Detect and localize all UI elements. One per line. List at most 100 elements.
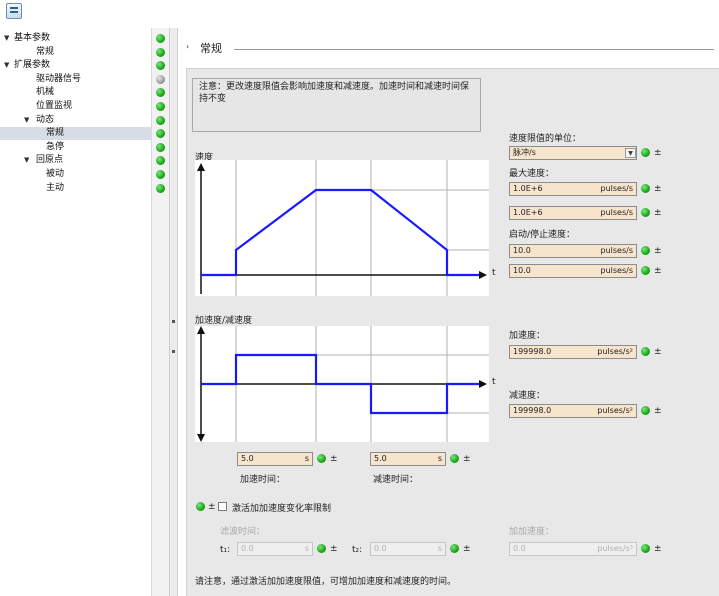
tree-item[interactable]: 常规 [0, 46, 152, 59]
tree-item[interactable]: ▼ 回原点 [0, 154, 152, 167]
status-ok-icon [156, 115, 165, 125]
status-ok-icon [156, 156, 165, 166]
status-ok-icon [450, 454, 459, 463]
panel-splitter[interactable] [170, 28, 178, 596]
plus-minus-icon[interactable]: ± [654, 246, 662, 256]
t1-unit: s [304, 544, 309, 553]
jerk-unit: pulses/s³ [597, 544, 633, 553]
tree-item[interactable]: 主动 [0, 182, 152, 195]
acceleration-field[interactable]: 199998.0 pulses/s² [509, 345, 637, 359]
plus-minus-icon[interactable]: ± [208, 502, 216, 512]
tree-item[interactable]: ▼ 基本参数 [0, 32, 152, 45]
max-velocity-value-2: 1.0E+6 [513, 208, 543, 217]
tree-item[interactable]: 被动 [0, 168, 152, 181]
expand-arrow-icon[interactable]: ▼ [4, 32, 9, 45]
start-stop-unit-2: pulses/s [600, 266, 634, 275]
tree-item[interactable]: 位置监视 [0, 100, 152, 113]
velocity-chart [195, 160, 489, 296]
status-ok-icon [156, 142, 165, 152]
jerk-value: 0.0 [513, 544, 526, 553]
plus-minus-icon[interactable]: ± [654, 266, 662, 276]
plus-minus-icon[interactable]: ± [463, 544, 471, 554]
status-ok-icon [317, 454, 326, 463]
velocity-unit-label: 速度限值的单位： [509, 134, 582, 144]
max-velocity-field-1[interactable]: 1.0E+6 pulses/s [509, 182, 637, 196]
deceleration-field[interactable]: 199998.0 pulses/s² [509, 404, 637, 418]
status-column [152, 28, 170, 596]
plus-minus-icon[interactable]: ± [654, 347, 662, 357]
status-ok-icon [641, 347, 650, 356]
jerk-field[interactable]: 0.0 pulses/s³ [509, 542, 637, 556]
plus-minus-icon[interactable]: ± [654, 184, 662, 194]
tree-item-label: 机械 [36, 87, 55, 98]
t2-unit: s [437, 544, 442, 553]
accel-time-value: 5.0 [241, 454, 254, 463]
tree-item[interactable]: 常规 [0, 127, 152, 141]
tree-item-label: 常规 [36, 46, 55, 57]
tree-item[interactable]: 驱动器信号 [0, 73, 152, 86]
start-stop-unit-1: pulses/s [600, 246, 634, 255]
accel-time-unit: s [304, 454, 309, 463]
tree-item[interactable]: 急停 [0, 141, 152, 154]
status-ok-icon [156, 34, 165, 43]
note-box: 注意：更改速度限值会影响加速度和减速度。加速时间和减速时间保持不变 [192, 78, 481, 132]
tree-item[interactable]: ▼ 扩展参数 [0, 59, 152, 72]
acceleration-value: 199998.0 [513, 347, 552, 356]
decel-time-field[interactable]: 5.0 s [370, 452, 446, 466]
section-header[interactable]: › 常规 [186, 40, 719, 60]
chevron-right-icon[interactable]: › [186, 42, 189, 51]
axis-config-icon[interactable] [6, 3, 22, 19]
decel-time-unit: s [437, 454, 442, 463]
t1-field[interactable]: 0.0 s [237, 542, 313, 556]
start-stop-value-2: 10.0 [513, 266, 531, 275]
plus-minus-icon[interactable]: ± [654, 148, 662, 158]
start-stop-velocity-field-1[interactable]: 10.0 pulses/s [509, 244, 637, 258]
tree-item-label: 常规 [46, 128, 65, 139]
tree-item-label: 位置监视 [36, 101, 73, 111]
expand-handle-icon[interactable] [172, 350, 175, 353]
plus-minus-icon[interactable]: ± [654, 544, 662, 554]
status-ok-icon [156, 88, 165, 98]
t2-field[interactable]: 0.0 s [370, 542, 446, 556]
plus-minus-icon[interactable]: ± [330, 454, 338, 464]
tree-item-label: 回原点 [36, 155, 64, 166]
tree-item[interactable]: 机械 [0, 86, 152, 99]
t2-value: 0.0 [374, 544, 387, 553]
expand-arrow-icon[interactable]: ▼ [24, 154, 29, 167]
tree-item-label: 被动 [46, 169, 65, 179]
decel-time-value: 5.0 [374, 454, 387, 463]
decel-time-label: 减速时间： [373, 475, 419, 485]
status-ok-icon [641, 544, 650, 553]
plus-minus-icon[interactable]: ± [654, 406, 662, 416]
status-ok-icon [641, 148, 650, 157]
expand-arrow-icon[interactable]: ▼ [4, 59, 9, 72]
jerk-limit-checkbox[interactable] [218, 502, 227, 511]
start-stop-velocity-field-2[interactable]: 10.0 pulses/s [509, 264, 637, 278]
status-ok-icon [196, 502, 205, 511]
accel-time-field[interactable]: 5.0 s [237, 452, 313, 466]
status-ok-icon [156, 61, 165, 71]
status-ok-icon [156, 129, 165, 139]
collapse-handle-icon[interactable] [172, 320, 175, 323]
velocity-chart-svg [197, 160, 489, 296]
max-velocity-label: 最大速度： [509, 169, 555, 179]
deceleration-value: 199998.0 [513, 406, 552, 415]
accel-chart-title: 加速度/减速度 [195, 316, 253, 326]
jerk-limit-label: 激活加加速度变化率限制 [232, 504, 332, 514]
status-ok-icon [641, 208, 650, 217]
expand-arrow-icon[interactable]: ▼ [24, 114, 29, 127]
accel-axis-t: t [492, 377, 496, 387]
start-stop-value-1: 10.0 [513, 246, 531, 255]
velocity-unit-select[interactable]: 脉冲/s [509, 146, 637, 160]
status-ok-icon [641, 184, 650, 193]
toolbar [0, 0, 719, 24]
max-velocity-field-2[interactable]: 1.0E+6 pulses/s [509, 206, 637, 220]
plus-minus-icon[interactable]: ± [463, 454, 471, 464]
chevron-down-icon[interactable]: ▼ [625, 148, 636, 158]
plus-minus-icon[interactable]: ± [654, 208, 662, 218]
plus-minus-icon[interactable]: ± [330, 544, 338, 554]
t1-value: 0.0 [241, 544, 254, 553]
velocity-unit-value: 脉冲/s [513, 148, 536, 157]
smoothing-time-label: 滤波时间： [220, 527, 266, 537]
tree-item[interactable]: ▼ 动态 [0, 114, 152, 127]
